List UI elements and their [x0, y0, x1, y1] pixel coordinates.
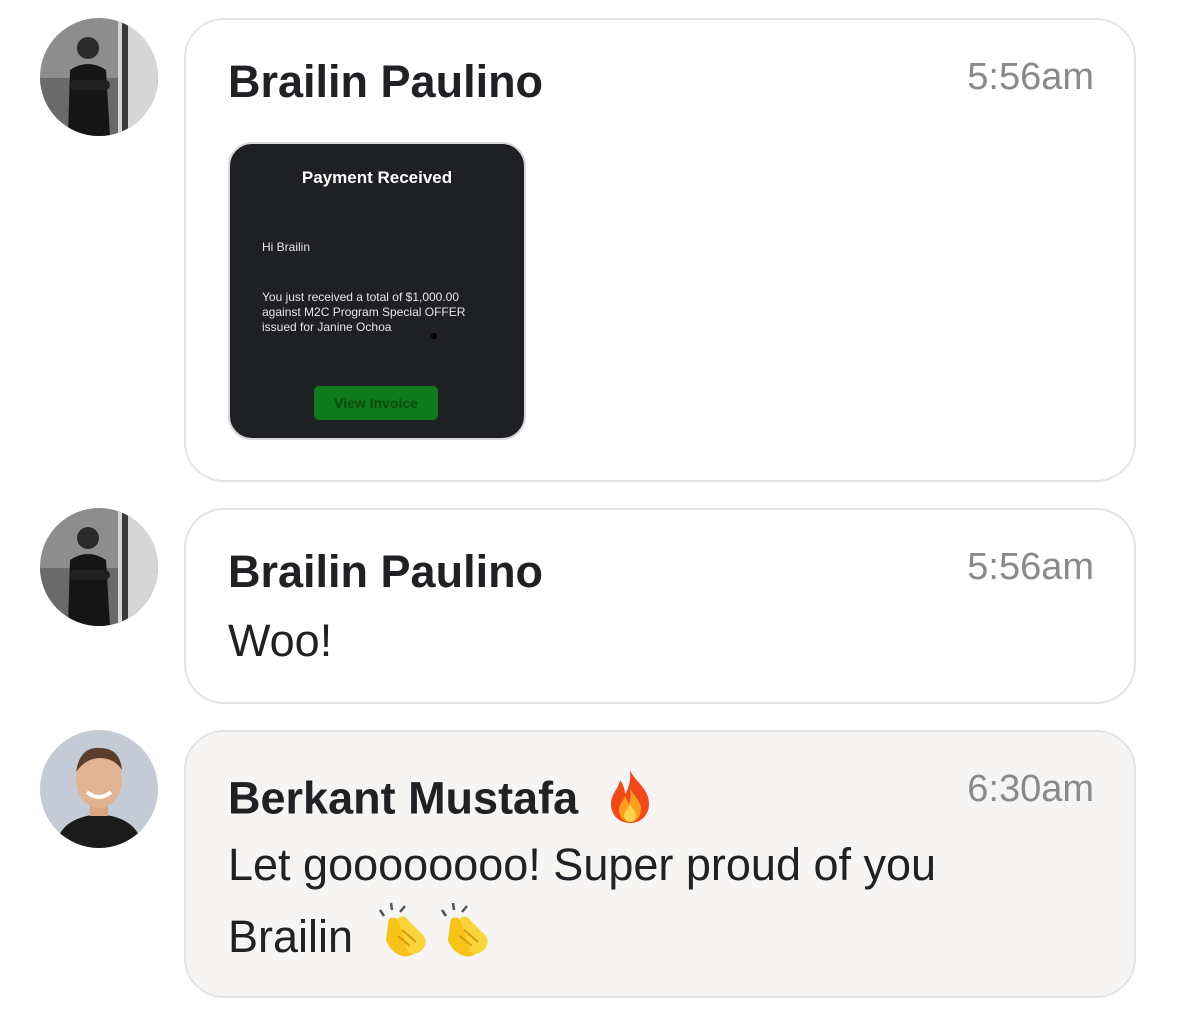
avatar-photo-icon — [40, 18, 158, 136]
sender-avatar[interactable] — [40, 730, 158, 848]
message-bubble[interactable]: Brailin Paulino 5:56am Woo! — [184, 508, 1136, 704]
image-speck — [431, 333, 437, 339]
message-text: Woo! — [228, 615, 333, 666]
view-invoice-button: View Invoice — [314, 386, 438, 420]
message-text-line: Let goooooooo! Super proud of you — [228, 839, 937, 890]
message-bubble[interactable]: Brailin Paulino 5:56am Payment Received … — [184, 18, 1136, 482]
sender-name[interactable]: Brailin Paulino — [228, 546, 543, 598]
avatar-photo-icon — [40, 730, 158, 848]
message-timestamp: 5:56am — [967, 546, 1094, 588]
clapping-hands-emoji-icon — [378, 900, 502, 980]
message-timestamp: 6:30am — [967, 768, 1094, 810]
fire-emoji-icon — [605, 768, 655, 835]
sender-name[interactable]: Brailin Paulino — [228, 56, 543, 108]
sender-avatar[interactable] — [40, 508, 158, 626]
image-attachment[interactable]: Payment Received Hi Brailin You just rec… — [228, 142, 526, 440]
message-timestamp: 5:56am — [967, 56, 1094, 98]
attachment-greeting: Hi Brailin — [262, 240, 311, 254]
sender-name[interactable]: Berkant Mustafa — [228, 772, 578, 823]
message-bubble[interactable]: Berkant Mustafa 6:30am Let goooooooo! Su… — [184, 730, 1136, 998]
sender-name-row: Berkant Mustafa — [228, 768, 655, 835]
message-text-line: Brailin — [228, 900, 502, 980]
sender-avatar[interactable] — [40, 18, 158, 136]
attachment-body: You just received a total of $1,000.00 a… — [262, 290, 466, 334]
attachment-title: Payment Received — [301, 168, 453, 187]
avatar-photo-icon — [40, 508, 158, 626]
message-text: Brailin — [228, 910, 354, 962]
